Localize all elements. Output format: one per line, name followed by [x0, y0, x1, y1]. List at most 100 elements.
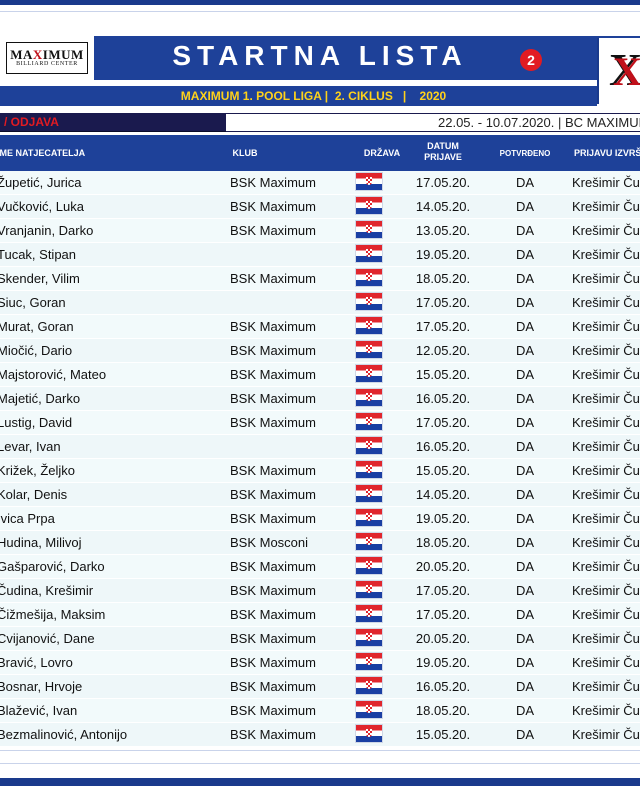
- croatia-flag-icon: [356, 509, 382, 526]
- event-dates: 22.05. - 10.07.2020. | BC MAXIMUM: [438, 115, 640, 130]
- table-row: Bravić, Lovro BSK Maximum 19.05.20. DA Kreši…: [0, 651, 640, 675]
- participant-name: Vranjanin, Darko: [0, 223, 94, 238]
- participant-club: BSK Maximum: [230, 487, 316, 502]
- participant-name: Čižmešija, Maksim: [0, 607, 106, 622]
- participant-club: BSK Maximum: [230, 703, 316, 718]
- flag-shield: [366, 681, 372, 689]
- participant-name: Vučković, Luka: [0, 199, 84, 214]
- registered-by: Krešimir Čudina: [572, 319, 640, 334]
- registered-by: Krešimir Čudina: [572, 223, 640, 238]
- flag-shield: [366, 633, 372, 641]
- participant-club: BSK Maximum: [230, 511, 316, 526]
- table-row: Murat, Goran BSK Maximum 17.05.20. DA Krešim…: [0, 315, 640, 339]
- registered-by: Krešimir Čudina: [572, 439, 640, 454]
- participant-name: Majstorović, Mateo: [0, 367, 107, 382]
- registered-by: Krešimir Čudina: [572, 559, 640, 574]
- table-row: Gašparović, Darko BSK Maximum 20.05.20. DA K…: [0, 555, 640, 579]
- table-row: Tucak, Stipan 19.05.20. DA Krešimir Čudina: [0, 243, 640, 267]
- registered-by: Krešimir Čudina: [572, 199, 640, 214]
- flag-shield: [366, 705, 372, 713]
- croatia-flag-icon: [356, 437, 382, 454]
- participant-name: Cvijanović, Dane: [0, 631, 95, 646]
- registered-by: Krešimir Čudina: [572, 535, 640, 550]
- flag-shield: [366, 393, 372, 401]
- table-row: Čudina, Krešimir BSK Maximum 17.05.20. DA Kr…: [0, 579, 640, 603]
- x-logo: X X: [597, 38, 640, 104]
- registered-by: Krešimir Čudina: [572, 679, 640, 694]
- participant-name: Hudina, Milivoj: [0, 535, 82, 550]
- confirmed-status: DA: [515, 463, 535, 478]
- flag-shield: [366, 369, 372, 377]
- participant-club: BSK Maximum: [230, 583, 316, 598]
- registered-by: Krešimir Čudina: [572, 463, 640, 478]
- registered-by: Krešimir Čudina: [572, 655, 640, 670]
- participant-name: Križek, Željko: [0, 463, 76, 478]
- participant-name: Siuc, Goran: [0, 295, 66, 310]
- registered-by: Krešimir Čudina: [572, 727, 640, 742]
- confirmed-status: DA: [515, 559, 535, 574]
- participant-name: Levar, Ivan: [0, 439, 61, 454]
- participant-club: BSK Maximum: [230, 415, 316, 430]
- participant-club: BSK Maximum: [230, 727, 316, 742]
- croatia-flag-icon: [356, 605, 382, 622]
- registered-by: Krešimir Čudina: [572, 487, 640, 502]
- table-row: Miočić, Dario BSK Maximum 12.05.20. DA Kreši…: [0, 339, 640, 363]
- registration-date: 14.05.20.: [415, 199, 471, 214]
- confirmed-status: DA: [515, 391, 535, 406]
- logo-main-text: MAXIMUM: [10, 47, 84, 62]
- table-row: Skender, Vilim BSK Maximum 18.05.20. DA Kreš…: [0, 267, 640, 291]
- col-registered-by: PRIJAVU IZVRŠIO: [574, 148, 640, 158]
- confirmed-status: DA: [515, 415, 535, 430]
- flag-shield: [366, 561, 372, 569]
- confirmed-status: DA: [515, 367, 535, 382]
- registered-by: Krešimir Čudina: [572, 631, 640, 646]
- participant-club: BSK Maximum: [230, 223, 316, 238]
- flag-shield: [366, 609, 372, 617]
- participant-club: BSK Maximum: [230, 391, 316, 406]
- registration-date: 15.05.20.: [415, 727, 471, 742]
- registered-by: Krešimir Čudina: [572, 247, 640, 262]
- table-row: Vučković, Luka BSK Maximum 14.05.20. DA Kreš…: [0, 195, 640, 219]
- croatia-flag-icon: [356, 653, 382, 670]
- col-club: KLUB: [232, 148, 258, 158]
- registration-date: 17.05.20.: [415, 415, 471, 430]
- flag-shield: [366, 489, 372, 497]
- registration-date: 12.05.20.: [415, 343, 471, 358]
- registration-date: 16.05.20.: [415, 391, 471, 406]
- top-divider: [0, 11, 640, 12]
- page-title: STARTNA LISTA: [172, 40, 468, 71]
- flag-shield: [366, 177, 372, 185]
- croatia-flag-icon: [356, 557, 382, 574]
- confirmed-status: DA: [515, 487, 535, 502]
- croatia-flag-icon: [356, 725, 382, 742]
- participant-club: BSK Maximum: [230, 607, 316, 622]
- confirmed-status: DA: [515, 199, 535, 214]
- registration-date: 17.05.20.: [415, 319, 471, 334]
- confirmed-status: DA: [515, 343, 535, 358]
- registration-date: 14.05.20.: [415, 487, 471, 502]
- flag-shield: [366, 225, 372, 233]
- registration-date: 17.05.20.: [415, 583, 471, 598]
- participant-club: BSK Maximum: [230, 463, 316, 478]
- flag-shield: [366, 537, 372, 545]
- registration-date: 16.05.20.: [415, 679, 471, 694]
- league-subheader-text: MAXIMUM 1. POOL LIGA | 2. CIKLUS | 2020: [180, 89, 447, 103]
- col-country: DRŽAVA: [363, 148, 401, 158]
- registration-date: 16.05.20.: [415, 439, 471, 454]
- table-header: IME NATJECATELJA KLUB DRŽAVA DATUM PRIJA…: [0, 135, 640, 171]
- participant-club: BSK Maximum: [230, 367, 316, 382]
- table-row: Majetić, Darko BSK Maximum 16.05.20. DA Kreš…: [0, 387, 640, 411]
- croatia-flag-icon: [356, 677, 382, 694]
- table-row: Kolar, Denis BSK Maximum 14.05.20. DA Krešim…: [0, 483, 640, 507]
- participant-club: BSK Maximum: [230, 559, 316, 574]
- registered-by: Krešimir Čudina: [572, 271, 640, 286]
- participant-name: Blažević, Ivan: [0, 703, 78, 718]
- confirmed-status: DA: [515, 439, 535, 454]
- registration-date: 19.05.20.: [415, 511, 471, 526]
- registered-by: Krešimir Čudina: [572, 703, 640, 718]
- table-row: Vranjanin, Darko BSK Maximum 13.05.20. DA Kr…: [0, 219, 640, 243]
- registration-date: 20.05.20.: [415, 559, 471, 574]
- confirmed-status: DA: [515, 607, 535, 622]
- table-row: Levar, Ivan 16.05.20. DA Krešimir Čudina: [0, 435, 640, 459]
- flag-shield: [366, 465, 372, 473]
